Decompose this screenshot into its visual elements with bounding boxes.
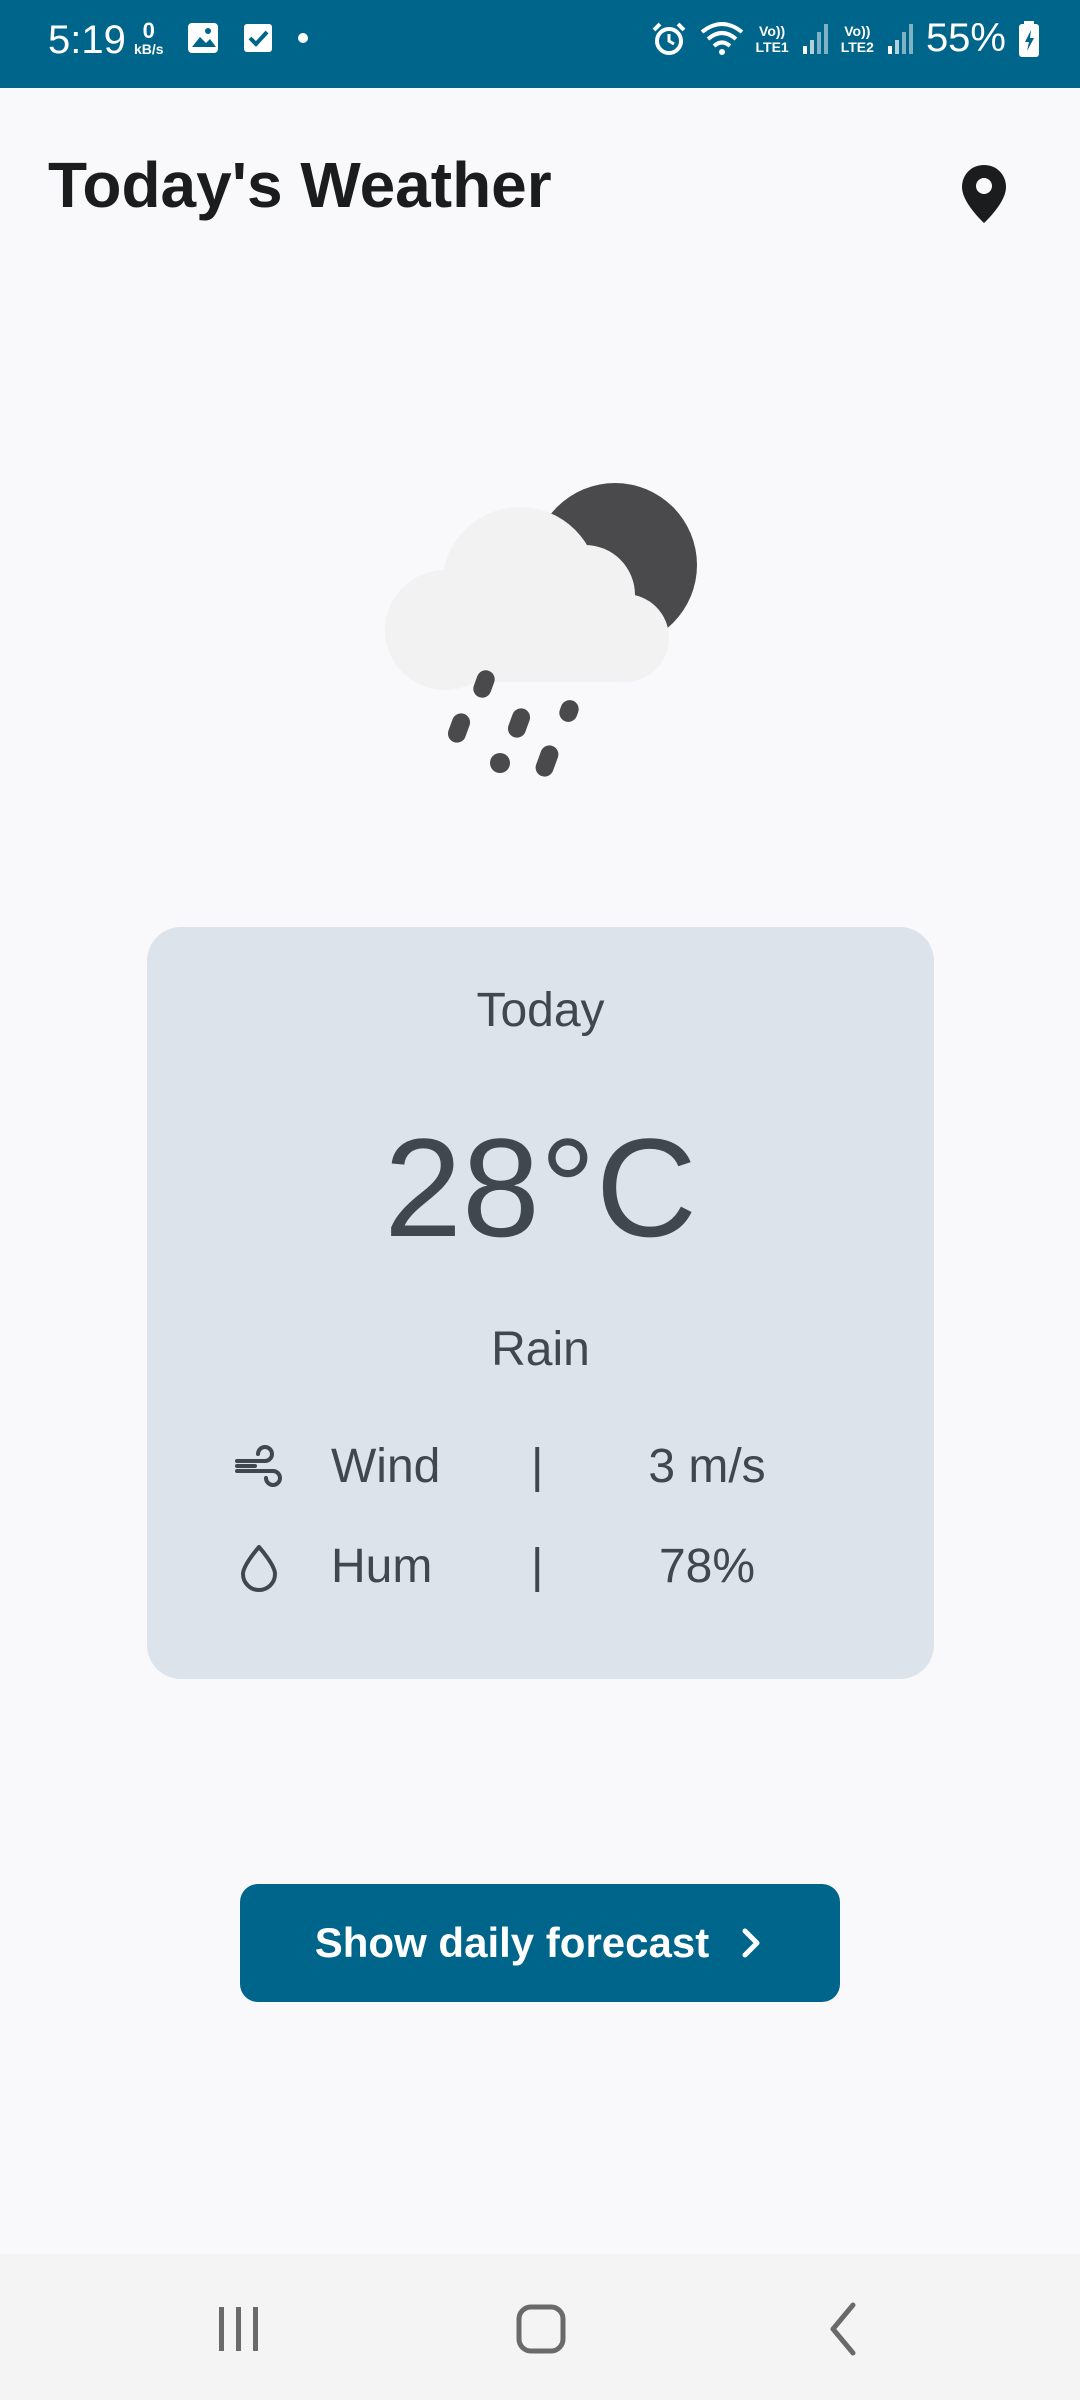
status-system-icons: Vo)) LTE1 Vo)) LTE2 55% (650, 16, 1040, 61)
wind-icon (233, 1441, 285, 1493)
recents-icon (219, 2307, 258, 2351)
humidity-label: Hum (331, 1540, 433, 1593)
wind-label: Wind (331, 1440, 441, 1493)
sim2-volte: Vo)) LTE2 (840, 22, 874, 55)
wind-separator: | (531, 1440, 544, 1493)
app-bar: Today's Weather (0, 88, 1080, 288)
status-time: 5:19 (48, 18, 126, 62)
status-notification-icons: 0 kB/s (134, 20, 310, 56)
humidity-value: 78% (658, 1540, 756, 1593)
weather-card: Today 28°C Rain Wind | 3 m/s Hum | 78% (147, 927, 934, 1679)
nav-recents-button[interactable] (194, 2294, 284, 2364)
dot-icon (297, 33, 308, 43)
show-daily-forecast-button[interactable]: Show daily forecast (240, 1884, 840, 2002)
humidity-row: Hum | 78% (147, 1527, 934, 1607)
status-bar: 5:19 0 kB/s Vo)) LTE1 Vo)) LTE2 55% (0, 0, 1080, 88)
chevron-right-icon (742, 1928, 760, 1958)
alarm-icon (652, 22, 685, 55)
back-icon (830, 2302, 856, 2356)
humidity-separator: | (531, 1540, 544, 1593)
battery-charging-icon (1019, 20, 1039, 57)
humidity-drop-icon (233, 1541, 285, 1593)
location-pin-icon (962, 165, 1006, 223)
wind-value: 3 m/s (648, 1440, 766, 1493)
temperature-value: 28°C (384, 1109, 697, 1266)
signal-sim2-icon (887, 23, 913, 54)
weather-condition: Rain (491, 1323, 590, 1376)
battery-percent: 55% (925, 16, 1006, 60)
page-title: Today's Weather (48, 149, 552, 221)
wind-row: Wind | 3 m/s (147, 1427, 934, 1507)
nav-back-button[interactable] (798, 2294, 888, 2364)
sim1-volte: Vo)) LTE1 (755, 22, 789, 55)
task-check-icon (243, 24, 272, 52)
home-icon (516, 2304, 566, 2354)
weather-icon (370, 460, 720, 790)
gallery-icon (187, 23, 218, 53)
cloud-moon-rain-icon (385, 483, 697, 777)
wifi-icon (700, 21, 743, 55)
location-button[interactable] (942, 152, 1026, 236)
network-speed: 0 kB/s (134, 18, 164, 57)
card-day-label: Today (476, 984, 605, 1037)
signal-sim1-icon (802, 23, 828, 54)
forecast-button-label: Show daily forecast (314, 1919, 710, 1966)
nav-home-button[interactable] (496, 2294, 586, 2364)
system-nav-bar (0, 2254, 1080, 2400)
